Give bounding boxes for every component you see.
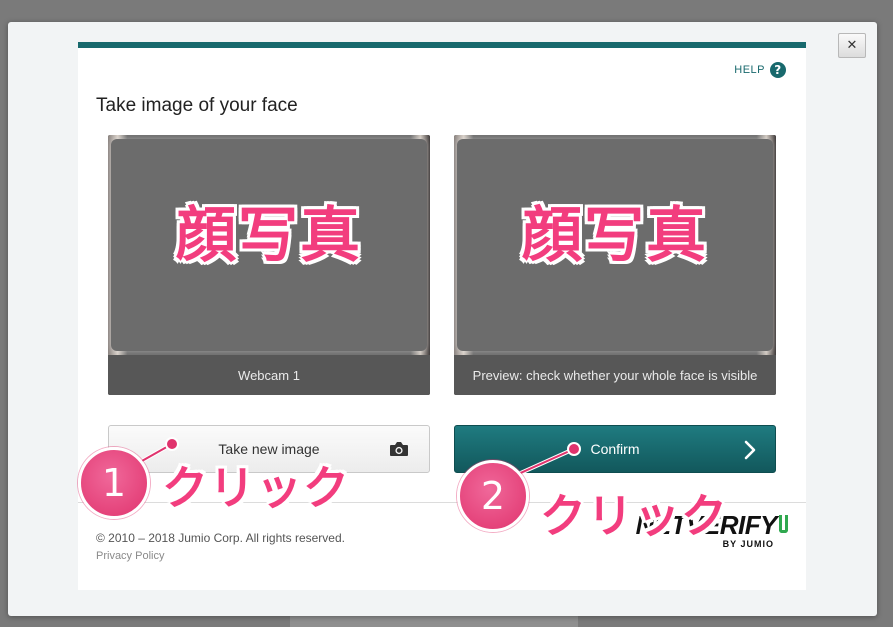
face-photo-overlay-label: 顔写真: [176, 201, 362, 271]
close-icon: ✕: [846, 38, 858, 53]
help-link[interactable]: HELP ?: [734, 62, 786, 78]
close-button[interactable]: ✕: [838, 33, 866, 58]
help-icon: ?: [770, 62, 786, 78]
annotation-step-1: 1: [78, 447, 150, 519]
webcam-frame: 顔写真 Webcam 1: [108, 135, 430, 395]
help-label: HELP: [734, 64, 765, 76]
preview-caption: Preview: check whether your whole face i…: [454, 355, 776, 395]
face-photo-overlay-label: 顔写真: [522, 201, 708, 271]
webcam-caption: Webcam 1: [108, 355, 430, 395]
brand-mark-icon: [779, 514, 788, 533]
annotation-step-2: 2: [457, 460, 529, 532]
copyright-text: © 2010 – 2018 Jumio Corp. All rights res…: [96, 531, 345, 545]
chevron-right-icon: [744, 440, 756, 460]
annotation-click-label-2: クリック: [540, 489, 728, 543]
privacy-policy-link[interactable]: Privacy Policy: [96, 550, 164, 562]
preview-frame: 顔写真 Preview: check whether your whole fa…: [454, 135, 776, 395]
page-title: Take image of your face: [96, 95, 298, 116]
annotation-click-label-1: クリック: [162, 461, 350, 515]
confirm-label: Confirm: [590, 441, 640, 457]
camera-icon: [390, 442, 408, 456]
preview-view: 顔写真: [454, 135, 776, 355]
webcam-view: 顔写真: [108, 135, 430, 355]
